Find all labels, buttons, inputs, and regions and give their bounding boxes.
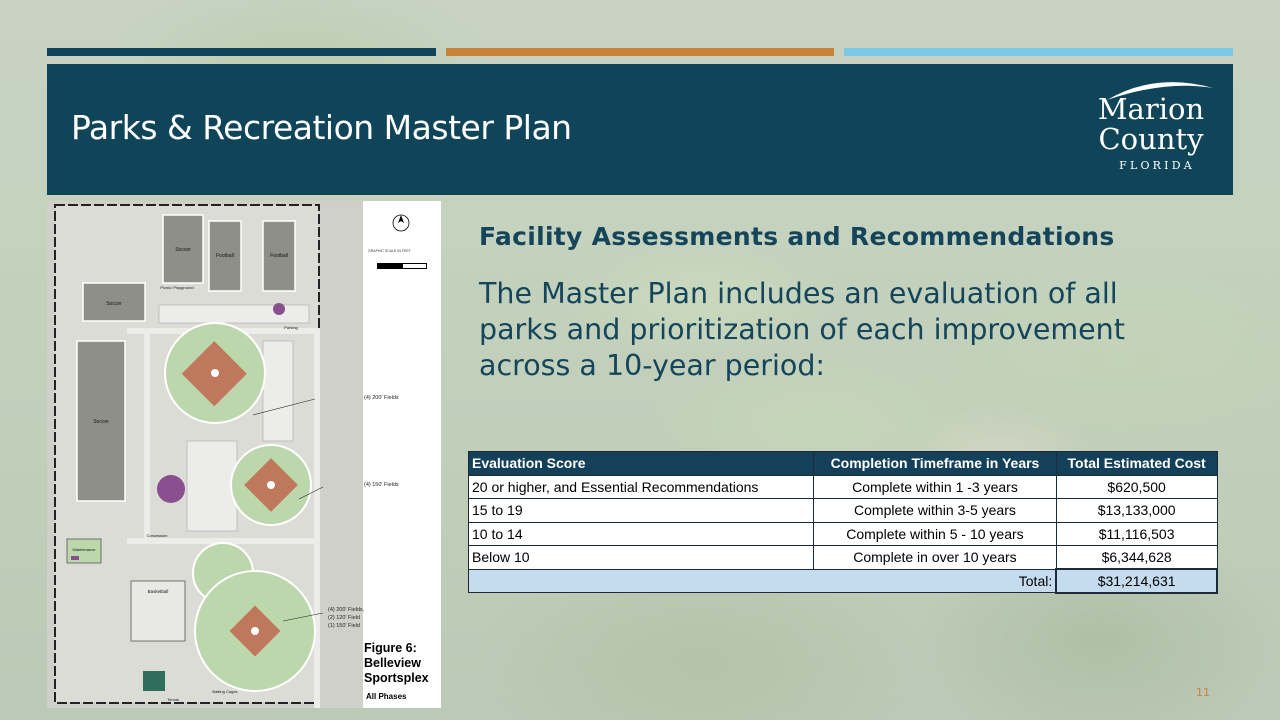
- total-label: Total:: [468, 568, 1057, 593]
- callout-mixed-fields-2: (2) 120' Field: [328, 615, 360, 621]
- concession-label: Concession: [147, 533, 168, 538]
- maintenance-label: Maintenance: [73, 547, 97, 552]
- north-arrow-icon: [392, 214, 410, 232]
- body-line-1: The Master Plan includes an evaluation o…: [479, 277, 1118, 310]
- accent-stripe-navy: [47, 48, 436, 56]
- marion-county-logo: Marion County FLORIDA: [1085, 78, 1217, 178]
- table-row: Below 10 Complete in over 10 years $6,34…: [467, 545, 1218, 570]
- logo-line-2: County: [1098, 122, 1204, 156]
- figure-caption-line-2: Belleview: [364, 656, 421, 670]
- cell-cost: $13,133,000: [1055, 498, 1218, 523]
- accent-stripe-orange: [446, 48, 834, 56]
- cell-timeframe: Complete within 1 -3 years: [813, 474, 1057, 499]
- table-row: 20 or higher, and Essential Recommendati…: [467, 474, 1218, 499]
- slide-title: Parks & Recreation Master Plan: [71, 108, 572, 147]
- figure-caption-line-3: Sportsplex: [364, 671, 429, 685]
- column-header-timeframe: Completion Timeframe in Years: [813, 451, 1057, 476]
- field-label-football-2: Football: [270, 253, 288, 259]
- body-text: The Master Plan includes an evaluation o…: [479, 276, 1219, 384]
- cell-cost: $6,344,628: [1055, 545, 1218, 570]
- cell-score: 15 to 19: [467, 498, 815, 523]
- page-number: 11: [1196, 686, 1210, 699]
- site-plan-figure: Soccer Football Football Soccer Soccer P…: [47, 201, 441, 708]
- table-header-row: Evaluation Score Completion Timeframe in…: [467, 451, 1218, 476]
- cost-table: Evaluation Score Completion Timeframe in…: [467, 451, 1218, 594]
- figure-caption-sub: All Phases: [366, 692, 407, 701]
- batting-cages-label: Batting Cages: [212, 689, 237, 694]
- figure-caption-title: Figure 6:: [364, 641, 417, 655]
- header-bar: Parks & Recreation Master Plan Marion Co…: [47, 64, 1233, 195]
- logo-line-3: FLORIDA: [1119, 159, 1195, 172]
- parking-label: Parking: [284, 325, 298, 330]
- callout-200-fields: (4) 200' Fields: [364, 395, 399, 401]
- cell-cost: $11,116,503: [1055, 521, 1218, 546]
- scale-label: GRAPHIC SCALE IN FEET: [368, 249, 411, 253]
- section-heading: Facility Assessments and Recommendations: [479, 222, 1115, 251]
- callout-mixed-fields-1: (4) 200' Fields,: [328, 607, 365, 613]
- total-value: $31,214,631: [1055, 568, 1218, 594]
- picnic-playground-label: Picnic/ Playground: [160, 285, 193, 290]
- column-header-evaluation-score: Evaluation Score: [467, 451, 815, 476]
- callout-mixed-fields-3: (1) 150' Field: [328, 623, 360, 629]
- field-label-football-1: Football: [216, 253, 234, 259]
- field-label-soccer-3: Soccer: [93, 419, 109, 425]
- table-row: 15 to 19 Complete within 3-5 years $13,1…: [467, 498, 1218, 523]
- accent-stripe-light-blue: [844, 48, 1233, 56]
- callout-150-fields: (4) 150' Fields: [364, 482, 399, 488]
- field-label-soccer-1: Soccer: [175, 247, 191, 253]
- cell-timeframe: Complete in over 10 years: [813, 545, 1057, 570]
- table-row: 10 to 14 Complete within 5 - 10 years $1…: [467, 521, 1218, 546]
- column-header-cost: Total Estimated Cost: [1055, 451, 1218, 476]
- site-plan-map: Soccer Football Football Soccer Soccer P…: [47, 201, 363, 708]
- tennis-label: Tennis: [167, 697, 179, 702]
- figure-caption: Figure 6: Belleview Sportsplex: [364, 641, 442, 686]
- cell-cost: $620,500: [1055, 474, 1218, 499]
- cell-timeframe: Complete within 3-5 years: [813, 498, 1057, 523]
- cell-score: Below 10: [467, 545, 815, 570]
- logo-line-1: Marion: [1097, 92, 1205, 126]
- cell-score: 10 to 14: [467, 521, 815, 546]
- cell-score: 20 or higher, and Essential Recommendati…: [467, 474, 815, 499]
- body-line-2: parks and prioritization of each improve…: [479, 313, 1125, 346]
- field-label-soccer-2: Soccer: [106, 301, 122, 307]
- basketball-label: Basketball: [148, 589, 169, 594]
- scale-bar: [377, 263, 427, 269]
- table-total-row: Total: $31,214,631: [468, 568, 1218, 594]
- body-line-3: across a 10-year period:: [479, 349, 826, 382]
- cell-timeframe: Complete within 5 - 10 years: [813, 521, 1057, 546]
